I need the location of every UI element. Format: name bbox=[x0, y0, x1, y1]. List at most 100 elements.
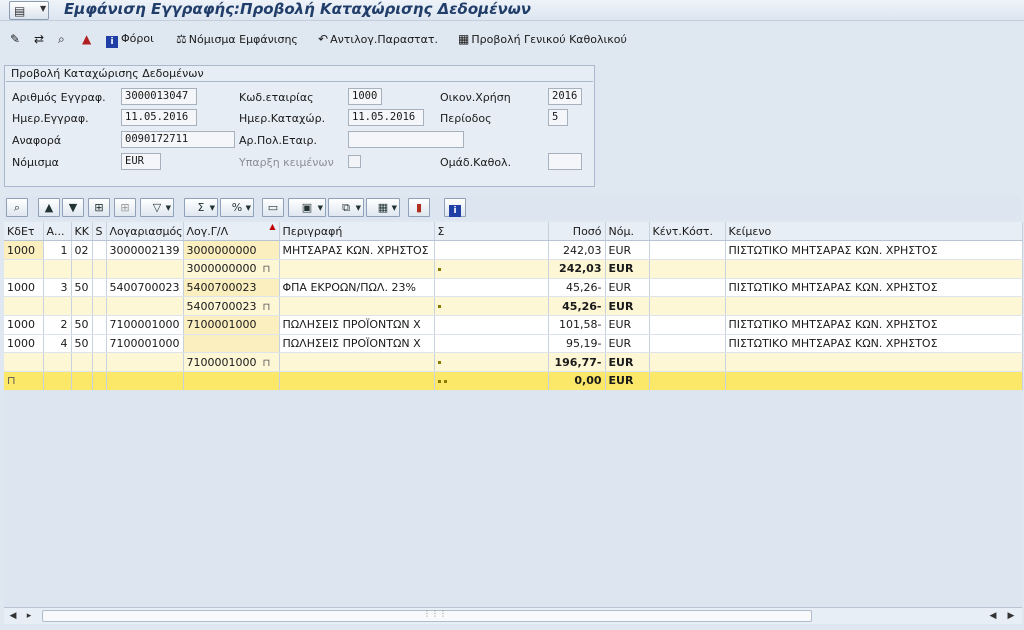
cell-account[interactable]: 5400700023 bbox=[106, 278, 184, 298]
cell-s[interactable] bbox=[92, 334, 107, 354]
cell-account[interactable]: 7100001000 bbox=[106, 315, 184, 335]
cell-cost-center[interactable] bbox=[649, 278, 726, 298]
col-text[interactable]: Κείμενο bbox=[725, 222, 1023, 242]
cell-text[interactable]: ΠΙΣΤΩΤΙΚΟ ΜΗΤΣΑΡΑΣ ΚΩΝ. ΧΡΗΣΤΟΣ bbox=[725, 240, 1023, 260]
horizontal-scrollbar[interactable]: ◀ ▸ ⋮⋮⋮ ◀ ▶ bbox=[4, 607, 1022, 624]
cell-amount[interactable]: 45,26- bbox=[548, 296, 606, 316]
cell-currency[interactable]: EUR bbox=[605, 259, 650, 279]
cell-gl-account[interactable]: 3000000000 ⊓ bbox=[183, 259, 280, 279]
cell-item[interactable]: 4 bbox=[43, 334, 72, 354]
cell-company-code[interactable]: 1000 bbox=[4, 334, 44, 354]
subtotal-row[interactable]: 5400700023 ⊓ 45,26- EUR bbox=[4, 296, 1023, 316]
cell-description[interactable]: ΦΠΑ ΕΚΡΟΩΝ/ΠΩΛ. 23% bbox=[279, 278, 435, 298]
cell-company-code[interactable]: 1000 bbox=[4, 240, 44, 260]
cell-currency[interactable]: EUR bbox=[605, 296, 650, 316]
cross-company-field[interactable] bbox=[348, 131, 464, 148]
cell-sigma[interactable] bbox=[434, 315, 549, 335]
system-menu-button[interactable]: ▤ ▼ bbox=[9, 1, 49, 20]
cell-gl-account[interactable]: 5400700023 bbox=[183, 278, 280, 298]
col-amount[interactable]: Ποσό bbox=[548, 222, 606, 242]
table-row[interactable]: 1000 1 02 3000002139 3000000000 ΜΗΤΣΑΡΑΣ… bbox=[4, 240, 1023, 260]
cell-currency[interactable]: EUR bbox=[605, 371, 650, 391]
cell-currency[interactable]: EUR bbox=[605, 315, 650, 335]
cell-amount[interactable]: 45,26- bbox=[548, 278, 606, 298]
cell-amount[interactable]: 95,19- bbox=[548, 334, 606, 354]
col-account[interactable]: Λογαριασμός bbox=[106, 222, 184, 242]
cell-posting-key[interactable]: 50 bbox=[71, 334, 93, 354]
cell-text[interactable]: ΠΙΣΤΩΤΙΚΟ ΜΗΤΣΑΡΑΣ ΚΩΝ. ΧΡΗΣΤΟΣ bbox=[725, 315, 1023, 335]
details-button[interactable]: ⌕ bbox=[6, 198, 28, 217]
cell-s[interactable] bbox=[92, 278, 107, 298]
cell-sigma[interactable] bbox=[434, 278, 549, 298]
table-row[interactable]: 1000 3 50 5400700023 5400700023 ΦΠΑ ΕΚΡΟ… bbox=[4, 278, 1023, 298]
cell-amount[interactable]: 101,58- bbox=[548, 315, 606, 335]
search-button[interactable]: ⌕ bbox=[58, 29, 67, 49]
col-posting-key[interactable]: ΚΚ bbox=[71, 222, 93, 242]
ledger-group-field[interactable] bbox=[548, 153, 582, 170]
reversal-document-button[interactable]: ↶ Αντιλογ.Παραστατ. bbox=[318, 29, 438, 49]
info-button[interactable]: i bbox=[444, 198, 466, 217]
col-sigma[interactable]: Σ bbox=[434, 222, 549, 242]
texts-exist-checkbox[interactable] bbox=[348, 155, 361, 168]
print-preview-button[interactable]: ▭ bbox=[262, 198, 284, 217]
layout-button[interactable]: ▦ ▼ bbox=[366, 198, 400, 217]
subtotal-button[interactable]: % ▼ bbox=[220, 198, 254, 217]
col-s[interactable]: S bbox=[92, 222, 107, 242]
cell-gl-account[interactable]: 3000000000 bbox=[183, 240, 280, 260]
scroll-left-end-icon[interactable]: ◀ bbox=[6, 609, 20, 623]
filter-button[interactable]: ▽ ▼ bbox=[140, 198, 174, 217]
cell-amount[interactable]: 196,77- bbox=[548, 352, 606, 372]
cell-amount[interactable]: 242,03 bbox=[548, 259, 606, 279]
table-row[interactable]: 1000 2 50 7100001000 7100001000 ΠΩΛΗΣΕΙΣ… bbox=[4, 315, 1023, 335]
cell-cost-center[interactable] bbox=[649, 334, 726, 354]
col-description[interactable]: Περιγραφή bbox=[279, 222, 435, 242]
cell-text[interactable]: ΠΙΣΤΩΤΙΚΟ ΜΗΤΣΑΡΑΣ ΚΩΝ. ΧΡΗΣΤΟΣ bbox=[725, 278, 1023, 298]
cell-currency[interactable]: EUR bbox=[605, 352, 650, 372]
col-cost-center[interactable]: Κέντ.Κόστ. bbox=[649, 222, 726, 242]
find-next-button[interactable]: ⊞ bbox=[114, 198, 136, 217]
cell-company-code[interactable]: 1000 bbox=[4, 315, 44, 335]
scroll-right-icon[interactable]: ◀ bbox=[986, 609, 1000, 623]
find-button[interactable]: ⊞ bbox=[88, 198, 110, 217]
cell-s[interactable] bbox=[92, 240, 107, 260]
table-row[interactable]: 1000 4 50 7100001000 ΠΩΛΗΣΕΙΣ ΠΡΟΪΟΝΤΩΝ … bbox=[4, 334, 1023, 354]
col-company-code[interactable]: ΚδΕτ bbox=[4, 222, 44, 242]
cell-amount[interactable]: 0,00 bbox=[548, 371, 606, 391]
cell-currency[interactable]: EUR bbox=[605, 240, 650, 260]
cell-description[interactable]: ΠΩΛΗΣΕΙΣ ΠΡΟΪΟΝΤΩΝ Χ bbox=[279, 334, 435, 354]
cell-gl-account[interactable]: 7100001000 bbox=[183, 315, 280, 335]
sort-ascending-button[interactable]: ▲ bbox=[38, 198, 60, 217]
cell-company-code[interactable]: 1000 bbox=[4, 278, 44, 298]
posting-date-field[interactable]: 11.05.2016 bbox=[348, 109, 424, 126]
subtotal-row[interactable]: 7100001000 ⊓ 196,77- EUR bbox=[4, 352, 1023, 372]
period-field[interactable]: 5 bbox=[548, 109, 568, 126]
cell-account[interactable]: 3000002139 bbox=[106, 240, 184, 260]
taxes-button[interactable]: i Φόροι bbox=[106, 29, 154, 49]
doc-number-field[interactable]: 3000013047 bbox=[121, 88, 197, 105]
doc-date-field[interactable]: 11.05.2016 bbox=[121, 109, 197, 126]
cell-cost-center[interactable] bbox=[649, 240, 726, 260]
cell-item[interactable]: 2 bbox=[43, 315, 72, 335]
fiscal-year-field[interactable]: 2016 bbox=[548, 88, 582, 105]
cell-sigma[interactable] bbox=[434, 240, 549, 260]
cell-description[interactable]: ΠΩΛΗΣΕΙΣ ΠΡΟΪΟΝΤΩΝ Χ bbox=[279, 315, 435, 335]
cell-text[interactable]: ΠΙΣΤΩΤΙΚΟ ΜΗΤΣΑΡΑΣ ΚΩΝ. ΧΡΗΣΤΟΣ bbox=[725, 334, 1023, 354]
cell-s[interactable] bbox=[92, 315, 107, 335]
col-gl-account[interactable]: Λογ.Γ/Λ ▲ bbox=[183, 222, 280, 242]
hat-button[interactable]: ▲ bbox=[82, 29, 93, 49]
cell-currency[interactable]: EUR bbox=[605, 278, 650, 298]
cell-description[interactable]: ΜΗΤΣΑΡΑΣ ΚΩΝ. ΧΡΗΣΤΟΣ bbox=[279, 240, 435, 260]
sum-button[interactable]: Σ ▼ bbox=[184, 198, 218, 217]
sort-descending-button[interactable]: ▼ bbox=[62, 198, 84, 217]
cell-posting-key[interactable]: 02 bbox=[71, 240, 93, 260]
cell-cost-center[interactable] bbox=[649, 315, 726, 335]
scroll-left-icon[interactable]: ▸ bbox=[22, 609, 36, 623]
subtotal-row[interactable]: 3000000000 ⊓ 242,03 EUR bbox=[4, 259, 1023, 279]
company-code-field[interactable]: 1000 bbox=[348, 88, 382, 105]
grand-total-row[interactable]: ⊓ 0,00 EUR bbox=[4, 371, 1023, 391]
cell-currency[interactable]: EUR bbox=[605, 334, 650, 354]
cell-sigma[interactable] bbox=[434, 334, 549, 354]
col-currency[interactable]: Νόμ. bbox=[605, 222, 650, 242]
cell-gl-account[interactable]: 7100001000 ⊓ bbox=[183, 352, 280, 372]
graphic-button[interactable]: ▮ bbox=[408, 198, 430, 217]
